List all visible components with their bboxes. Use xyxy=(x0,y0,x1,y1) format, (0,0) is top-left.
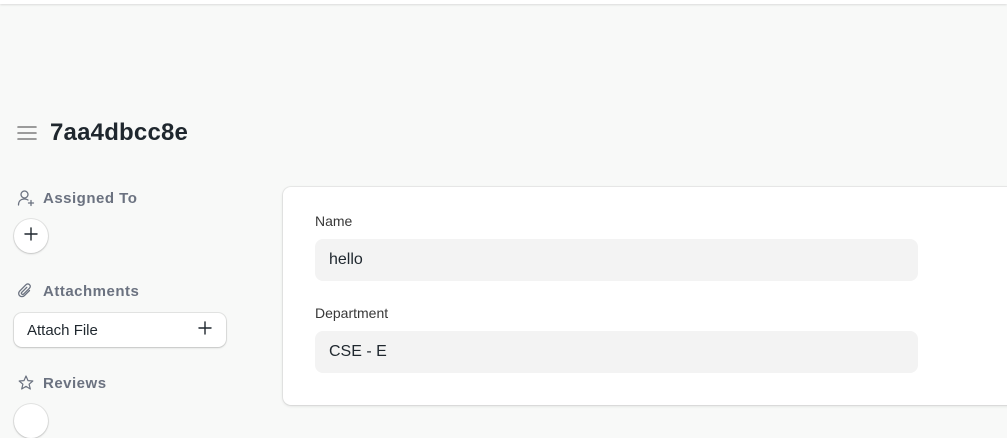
department-field-label: Department xyxy=(315,305,389,321)
department-field[interactable]: CSE - E xyxy=(315,331,918,373)
name-field-label: Name xyxy=(315,213,353,229)
assigned-to-label: Assigned To xyxy=(14,186,228,210)
add-assignee-button[interactable] xyxy=(14,219,48,253)
paperclip-icon xyxy=(17,282,35,300)
plus-icon xyxy=(24,226,38,246)
user-plus-icon xyxy=(17,189,35,207)
star-icon xyxy=(17,374,35,392)
attachments-text: Attachments xyxy=(43,282,140,300)
attachments-label: Attachments xyxy=(14,279,228,303)
hamburger-icon[interactable] xyxy=(16,122,38,144)
attach-file-button[interactable]: Attach File xyxy=(14,313,226,347)
form-card: Name hello Department CSE - E xyxy=(283,187,1007,405)
page-header: 7aa4dbcc8e xyxy=(16,118,188,148)
attach-file-label: Attach File xyxy=(27,321,98,339)
reviews-text: Reviews xyxy=(43,374,107,392)
assigned-to-text: Assigned To xyxy=(43,189,138,207)
form-sidebar: Assigned To Attachments Attach File Revi… xyxy=(14,186,228,438)
page-title: 7aa4dbcc8e xyxy=(50,119,189,146)
reviews-label: Reviews xyxy=(14,371,228,395)
name-field[interactable]: hello xyxy=(315,239,918,281)
add-review-button[interactable] xyxy=(14,404,48,438)
top-navbar xyxy=(0,0,1007,4)
plus-icon xyxy=(198,321,212,339)
